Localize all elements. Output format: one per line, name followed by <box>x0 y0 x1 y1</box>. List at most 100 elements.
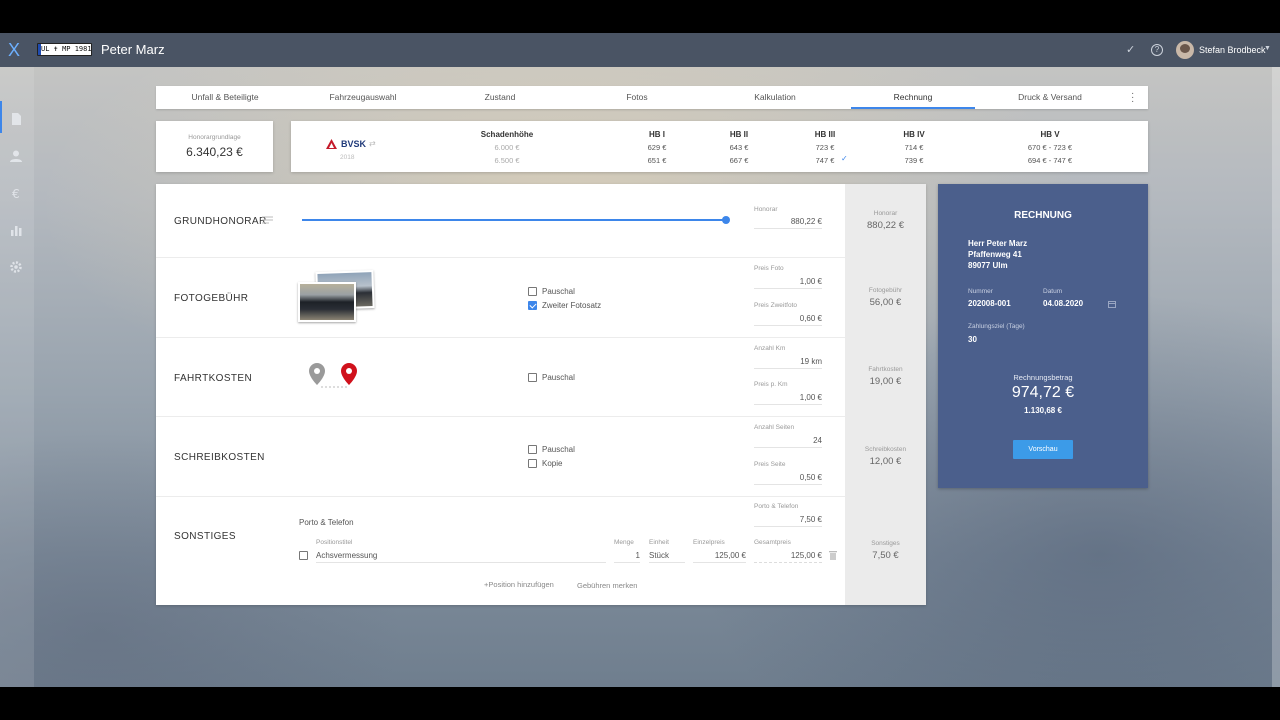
tab-unfall[interactable]: Unfall & Beteiligte <box>156 86 294 109</box>
zahlungsziel-label: Zahlungsziel (Tage) <box>968 323 1025 330</box>
positionstitel-label: Positionstitel <box>316 539 353 546</box>
preis-km-value[interactable]: 1,00 € <box>754 393 822 405</box>
cell-hb5[interactable]: 694 € - 747 € <box>1010 156 1090 165</box>
add-position-button[interactable]: +Position hinzufügen <box>484 580 554 589</box>
einzelpreis-label: Einzelpreis <box>693 539 725 546</box>
honorar-slider-track[interactable] <box>302 219 727 221</box>
summary-honorar-label: Honorar <box>873 210 898 217</box>
check-icon[interactable]: ✓ <box>1126 43 1135 56</box>
gear-icon[interactable] <box>9 260 23 274</box>
preis-zweitfoto-value[interactable]: 0,60 € <box>754 314 822 326</box>
porto-telefon-field[interactable]: Porto & Telefon 7,50 € <box>754 503 822 527</box>
tab-fahrzeugauswahl[interactable]: Fahrzeugauswahl <box>294 86 432 109</box>
nummer-label: Nummer <box>968 288 993 295</box>
preis-foto-value[interactable]: 1,00 € <box>754 277 822 289</box>
porto-telefon-value[interactable]: 7,50 € <box>754 515 822 527</box>
kopie-checkbox[interactable] <box>528 459 537 468</box>
tab-kalkulation[interactable]: Kalkulation <box>706 86 844 109</box>
avatar[interactable] <box>1176 41 1194 59</box>
position-checkbox[interactable] <box>299 551 308 560</box>
honorar-field-value[interactable]: 880,22 € <box>754 217 822 229</box>
calendar-icon[interactable] <box>1108 300 1116 308</box>
zweiter-fotosatz-checkbox[interactable] <box>528 301 537 310</box>
tab-bar: Unfall & Beteiligte Fahrzeugauswahl Zust… <box>156 86 1148 109</box>
more-vert-icon[interactable]: · · · <box>1131 89 1134 107</box>
pauschal-checkbox[interactable] <box>528 287 537 296</box>
summary-fahrtkosten-label: Fahrtkosten <box>868 366 903 373</box>
cell-hb3[interactable]: 723 € <box>807 143 843 152</box>
cell-schadenhoehe: 6.000 € <box>494 143 520 152</box>
car-photo-front[interactable] <box>298 282 356 322</box>
tab-fotos[interactable]: Fotos <box>568 86 706 109</box>
cell-schadenhoehe: 6.500 € <box>494 156 520 165</box>
anzahl-seiten-field[interactable]: Anzahl Seiten 24 <box>754 424 822 448</box>
preis-seite-value[interactable]: 0,50 € <box>754 473 822 485</box>
pauschal-label: Pauschal <box>542 373 575 382</box>
fahrtkosten-title: FAHRTKOSTEN <box>174 373 253 384</box>
preis-zweitfoto-field[interactable]: Preis Zweitfoto 0,60 € <box>754 302 822 326</box>
selected-check-icon: ✓ <box>841 154 848 163</box>
datum-value[interactable]: 04.08.2020 <box>1043 299 1083 308</box>
cell-hb5[interactable]: 670 € - 723 € <box>1010 143 1090 152</box>
cell-hb2[interactable]: 643 € <box>721 143 757 152</box>
gebuehren-merken-button[interactable]: Gebühren merken <box>577 581 637 590</box>
anzahl-km-value[interactable]: 19 km <box>754 357 822 369</box>
chevron-down-icon[interactable]: ▼ <box>1264 45 1271 52</box>
section-fotogebuehr: FOTOGEBÜHR Pauschal Zweiter Fotosatz Pre… <box>156 257 845 337</box>
gesamtpreis-label: Gesamtpreis <box>754 539 791 546</box>
tab-druck-versand[interactable]: Druck & Versand <box>982 86 1118 109</box>
anzahl-km-field[interactable]: Anzahl Km 19 km <box>754 345 822 369</box>
anzahl-seiten-value[interactable]: 24 <box>754 436 822 448</box>
summary-column: Honorar 880,22 € Fotogebühr 56,00 € Fahr… <box>845 184 926 605</box>
vorschau-button[interactable]: Vorschau <box>1013 440 1073 459</box>
col-header-hb3: HB III <box>814 130 836 139</box>
fee-panel: GRUNDHONORAR Honorar 880,22 € FOTOGEBÜHR… <box>156 184 926 605</box>
preis-seite-field[interactable]: Preis Seite 0,50 € <box>754 461 822 485</box>
cell-hb4[interactable]: 739 € <box>896 156 932 165</box>
honorargrundlage-card: Honorargrundlage 6.340,23 € <box>156 121 273 172</box>
honorar-slider-handle[interactable] <box>722 216 730 224</box>
sidebar-active-indicator <box>0 101 2 133</box>
einheit-label: Einheit <box>649 539 669 546</box>
notes-icon[interactable] <box>262 216 273 224</box>
document-icon[interactable] <box>9 112 23 126</box>
nummer-value[interactable]: 202008-001 <box>968 299 1011 308</box>
bar-chart-icon[interactable] <box>9 223 23 237</box>
pauschal-checkbox[interactable] <box>528 445 537 454</box>
section-sonstiges: SONSTIGES Porto & Telefon Porto & Telefo… <box>156 496 845 605</box>
cell-hb2[interactable]: 667 € <box>721 156 757 165</box>
euro-icon[interactable]: € <box>9 186 23 200</box>
cell-hb3-selected[interactable]: 747 € <box>807 156 843 165</box>
einzelpreis-input[interactable]: 125,00 € <box>693 551 746 563</box>
einheit-input[interactable]: Stück <box>649 551 685 563</box>
zahlungsziel-value[interactable]: 30 <box>968 335 977 344</box>
pauschal-checkbox[interactable] <box>528 373 537 382</box>
menge-input[interactable]: 1 <box>614 551 640 563</box>
anzahl-seiten-label: Anzahl Seiten <box>754 424 795 431</box>
trash-icon[interactable] <box>829 550 837 560</box>
cell-hb1[interactable]: 629 € <box>639 143 675 152</box>
cell-hb4[interactable]: 714 € <box>896 143 932 152</box>
user-icon[interactable] <box>9 149 23 163</box>
app-logo-icon[interactable]: X <box>8 41 20 59</box>
help-icon[interactable]: ? <box>1151 44 1163 56</box>
col-header-hb1: HB I <box>649 130 665 139</box>
honorargrundlage-value: 6.340,23 € <box>186 145 243 159</box>
pauschal-label: Pauschal <box>542 287 575 296</box>
scrollbar[interactable] <box>1272 67 1280 687</box>
preis-foto-field[interactable]: Preis Foto 1,00 € <box>754 265 822 289</box>
positionstitel-input[interactable]: Achsvermessung <box>316 551 606 563</box>
address-line: Pfaffenweg 41 <box>968 250 1022 259</box>
user-name[interactable]: Stefan Brodbeck <box>1199 45 1266 55</box>
swap-icon[interactable]: ⇄ <box>369 139 376 148</box>
summary-fahrtkosten: Fahrtkosten 19,00 € <box>845 366 926 387</box>
honorar-field[interactable]: Honorar 880,22 € <box>754 206 822 230</box>
preis-seite-label: Preis Seite <box>754 461 786 468</box>
tab-rechnung[interactable]: Rechnung <box>851 86 975 109</box>
cell-hb1[interactable]: 651 € <box>639 156 675 165</box>
summary-fotogebuehr: Fotogebühr 56,00 € <box>845 287 926 308</box>
summary-sonstiges-value: 7,50 € <box>872 550 899 561</box>
tab-zustand[interactable]: Zustand <box>432 86 568 109</box>
summary-schreibkosten: Schreibkosten 12,00 € <box>845 446 926 467</box>
preis-km-field[interactable]: Preis p. Km 1,00 € <box>754 381 822 405</box>
